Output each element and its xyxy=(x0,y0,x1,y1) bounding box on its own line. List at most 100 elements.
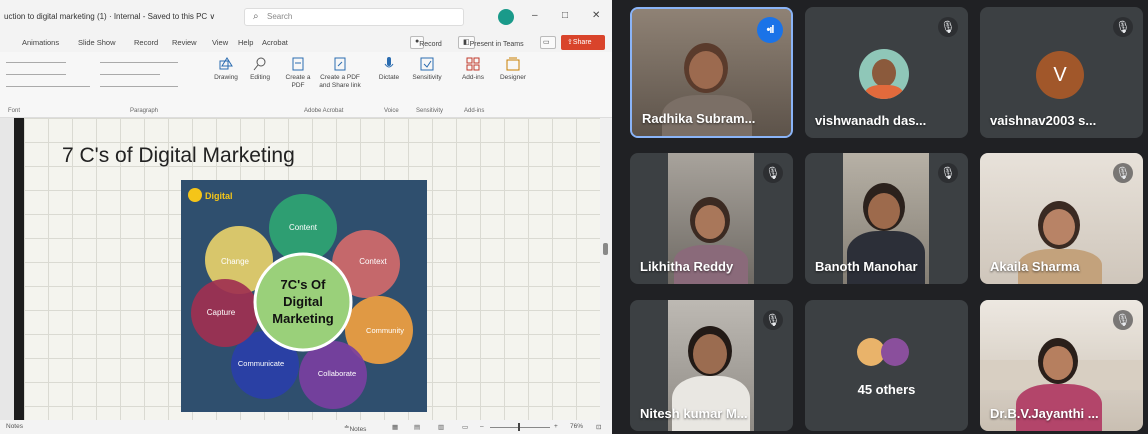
group-add-ins: Add-ins xyxy=(464,108,485,114)
slide-sorter-icon[interactable]: ▤ xyxy=(414,423,420,431)
slide-title[interactable]: 7 C's of Digital Marketing xyxy=(62,144,295,168)
mic-off-icon: 🎙︎ xyxy=(1113,17,1133,37)
font-format-row[interactable] xyxy=(6,86,90,87)
zoom-in-icon[interactable]: + xyxy=(554,423,558,430)
sensitivity-button[interactable]: Sensitivity xyxy=(410,56,444,82)
comments-icon[interactable]: ▭ xyxy=(540,36,556,49)
fit-slide-icon[interactable]: ⊡ xyxy=(596,423,601,431)
digital-logo-text: Digital xyxy=(205,191,233,201)
participant-name: Dr.B.V.Jayanthi ... xyxy=(990,406,1099,421)
participant-tile[interactable]: 🎙︎ Banoth Manohar xyxy=(805,153,968,284)
person-face xyxy=(1043,209,1075,245)
zoom-out-icon[interactable]: – xyxy=(480,423,484,430)
dictate-label: Dictate xyxy=(378,74,400,81)
slide-editor: 7 C's of Digital Marketing Digital Chang… xyxy=(0,118,612,420)
ribbon: Drawing Editing Create a PDF Create a PD… xyxy=(0,52,612,118)
sensitivity-icon xyxy=(420,57,434,71)
create-pdf-label: Create a PDF xyxy=(285,74,311,89)
designer-button[interactable]: Designer xyxy=(498,56,528,82)
participant-avatar: V xyxy=(1036,51,1084,99)
dictate-button[interactable]: Dictate xyxy=(376,56,402,82)
create-pdf-button[interactable]: Create a PDF xyxy=(282,56,314,90)
group-font: Font xyxy=(8,108,21,114)
maximize-button[interactable]: □ xyxy=(562,10,568,21)
tab-acrobat[interactable]: Acrobat xyxy=(262,38,288,47)
participant-tile[interactable]: V 🎙︎ vaishnav2003 s... xyxy=(980,7,1143,138)
share-button[interactable]: ⇪ Share xyxy=(561,35,605,50)
person-face xyxy=(868,193,900,229)
editing-label: Editing xyxy=(250,74,270,81)
person-body xyxy=(847,231,925,284)
group-paragraph: Paragraph xyxy=(130,108,159,114)
label-context: Context xyxy=(359,257,387,266)
vertical-scrollbar[interactable] xyxy=(600,118,612,420)
mic-off-icon: 🎙︎ xyxy=(938,163,958,183)
notes-label: Notes xyxy=(349,426,367,433)
present-in-teams-button[interactable]: ◧ Present in Teams xyxy=(458,36,524,49)
others-tile[interactable]: 45 others xyxy=(805,300,968,431)
status-bar: Notes ≐ Notes ▦ ▤ ▥ ▭ – + 76% ⊡ xyxy=(0,420,612,434)
minimize-button[interactable]: – xyxy=(532,10,538,21)
participant-tile[interactable]: 🎙︎ Akaila Sharma xyxy=(980,153,1143,284)
create-pdf-share-button[interactable]: Create a PDF and Share link xyxy=(318,56,362,90)
notes-button[interactable]: ≐ Notes xyxy=(344,423,366,433)
zoom-slider-knob[interactable] xyxy=(518,423,520,431)
mic-off-icon: 🎙︎ xyxy=(1113,163,1133,183)
search-input[interactable]: ⌕ Search xyxy=(244,8,464,26)
person-body xyxy=(672,376,750,431)
tab-slide-show[interactable]: Slide Show xyxy=(78,38,116,47)
zoom-slider[interactable] xyxy=(490,427,550,428)
others-avatar xyxy=(881,338,909,366)
mic-off-icon: 🎙︎ xyxy=(763,310,783,330)
slideshow-icon[interactable]: ▭ xyxy=(462,423,468,431)
font-size-box[interactable] xyxy=(6,74,66,75)
avatar-body xyxy=(865,85,903,99)
participant-name: vishwanadh das... xyxy=(815,113,927,128)
participant-tile[interactable]: 🎙︎ Nitesh kumar M... xyxy=(630,300,793,431)
search-icon: ⌕ xyxy=(253,11,259,22)
speaking-indicator-icon: •ıl xyxy=(757,17,783,43)
account-avatar[interactable] xyxy=(498,9,514,25)
label-capture: Capture xyxy=(207,308,236,317)
reading-view-icon[interactable]: ▥ xyxy=(438,423,444,431)
document-title[interactable]: uction to digital marketing (1) · Intern… xyxy=(4,12,215,21)
label-communicate: Communicate xyxy=(238,359,284,368)
tab-help[interactable]: Help xyxy=(238,38,253,47)
create-pdf-share-label: Create a PDF and Share link xyxy=(319,74,361,89)
slide-canvas[interactable]: 7 C's of Digital Marketing Digital Chang… xyxy=(24,118,600,420)
label-community: Community xyxy=(366,326,404,335)
label-collaborate: Collaborate xyxy=(318,369,356,378)
avatar-face xyxy=(872,59,896,87)
participant-tile[interactable]: 🎙︎ Dr.B.V.Jayanthi ... xyxy=(980,300,1143,431)
participant-tile[interactable]: 🎙︎ vishwanadh das... xyxy=(805,7,968,138)
share-label: Share xyxy=(572,39,592,46)
tab-view[interactable]: View xyxy=(212,38,228,47)
close-button[interactable]: ✕ xyxy=(592,10,600,21)
record-button[interactable]: ● Record xyxy=(410,36,442,49)
tab-animations[interactable]: Animations xyxy=(22,38,59,47)
record-label: Record xyxy=(419,41,442,48)
meeting-gallery: •ıl Radhika Subram... 🎙︎ vishwanadh das.… xyxy=(612,0,1148,434)
participant-tile[interactable]: •ıl Radhika Subram... xyxy=(630,7,793,138)
scrollbar-thumb[interactable] xyxy=(603,243,608,255)
pdf-share-icon xyxy=(334,57,346,71)
list-controls[interactable] xyxy=(100,62,178,63)
seven-cs-diagram[interactable]: Digital Change Content Context Community… xyxy=(181,180,427,412)
mic-off-icon: 🎙︎ xyxy=(938,17,958,37)
font-name-box[interactable] xyxy=(6,62,66,63)
zoom-level[interactable]: 76% xyxy=(570,423,583,430)
normal-view-icon[interactable]: ▦ xyxy=(392,423,398,431)
tab-review[interactable]: Review xyxy=(172,38,197,47)
add-ins-button[interactable]: Add-ins xyxy=(460,56,486,82)
tab-record[interactable]: Record xyxy=(134,38,158,47)
alignment-controls[interactable] xyxy=(100,86,178,87)
mic-off-icon: 🎙︎ xyxy=(763,163,783,183)
drawing-button[interactable]: Drawing xyxy=(212,56,240,82)
powerpoint-window: uction to digital marketing (1) · Intern… xyxy=(0,0,612,434)
digital-logo-icon xyxy=(188,188,202,202)
participant-tile[interactable]: 🎙︎ Likhitha Reddy xyxy=(630,153,793,284)
indent-controls[interactable] xyxy=(100,74,160,75)
editing-button[interactable]: Editing xyxy=(246,56,274,82)
microphone-icon xyxy=(384,57,394,68)
slide-thumbnail-rail[interactable] xyxy=(14,118,24,420)
